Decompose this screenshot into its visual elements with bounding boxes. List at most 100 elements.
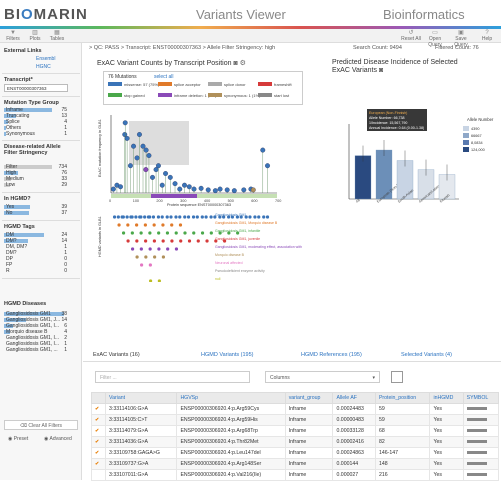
variant-point[interactable] (191, 186, 197, 192)
gear-icon[interactable]: ⚙ (240, 60, 246, 67)
hgmd-variant-point[interactable] (152, 223, 156, 227)
hgmd-variant-point[interactable] (135, 239, 139, 243)
variant-point[interactable] (177, 186, 183, 192)
hgmd-variant-point[interactable] (169, 215, 173, 219)
variant-point[interactable] (150, 174, 155, 180)
hgmd-variant-point[interactable] (174, 247, 179, 251)
hgmd-variant-point[interactable] (196, 239, 200, 243)
variant-point[interactable] (217, 186, 223, 192)
hgnc-link[interactable]: HGNC (36, 64, 51, 70)
hgmd-variant-point[interactable] (160, 215, 164, 219)
hgmd-variant-point[interactable] (112, 215, 117, 219)
hgmd-variant-point[interactable] (144, 255, 148, 259)
reset-all-button[interactable]: ↺ Reset All (400, 30, 422, 42)
hgmd-variant-point[interactable] (191, 215, 196, 219)
transcript-select[interactable]: ENST00000307363 (4, 84, 68, 92)
legend-swatch[interactable] (208, 93, 222, 97)
hgmd-variant-point[interactable] (161, 255, 166, 259)
hgmd-variant-point[interactable] (148, 231, 152, 235)
hgmd-variant-point[interactable] (174, 215, 178, 219)
variant-point[interactable] (172, 181, 178, 187)
hgmd-variant-point[interactable] (125, 215, 129, 219)
variant-point[interactable] (224, 187, 230, 193)
variant-point[interactable] (250, 187, 256, 193)
hgmd-variant-point[interactable] (170, 239, 174, 243)
hgmd-variant-point[interactable] (186, 215, 191, 219)
legend-swatch[interactable] (258, 93, 272, 97)
hgmd-variant-point[interactable] (170, 223, 174, 227)
camera-icon[interactable]: ◙ (379, 67, 383, 74)
ensembl-link[interactable]: Ensembl (36, 56, 55, 62)
help-button[interactable]: ? Help (476, 30, 498, 42)
legend-swatch[interactable] (208, 82, 222, 86)
hgmd-variant-point[interactable] (149, 279, 153, 283)
variant-point[interactable] (140, 143, 146, 149)
hgmd-variant-point[interactable] (166, 247, 170, 251)
hgmd-variant-point[interactable] (148, 247, 152, 251)
hgmd-variant-point[interactable] (139, 247, 143, 251)
hgmd-variant-point[interactable] (157, 279, 161, 283)
hgmd-variant-point[interactable] (200, 215, 204, 219)
table-row[interactable]: ✔ 3:33109737:G>A ENSP00000306920.4:p.Arg14… (91, 458, 500, 470)
variant-point[interactable] (198, 185, 204, 191)
hgmd-variant-point[interactable] (151, 215, 156, 219)
tab-hgmd-variants[interactable]: HGMD Variants (195) (201, 352, 253, 358)
legend-swatch[interactable] (108, 93, 122, 97)
hgmd-variant-point[interactable] (117, 223, 121, 227)
hgmd-variant-point[interactable] (248, 215, 252, 219)
hgmd-variant-point[interactable] (178, 215, 182, 219)
row-check-icon[interactable]: ✔ (91, 436, 106, 448)
hgmd-variant-point[interactable] (139, 263, 144, 267)
table-row[interactable]: 3:33107011:G>A ENSP00000306920.4:p.Val216… (91, 469, 500, 481)
hgmd-variant-point[interactable] (143, 215, 147, 219)
column-header[interactable]: inHGMD (429, 392, 464, 404)
row-check-icon[interactable]: ✔ (91, 447, 106, 459)
legend-swatch[interactable] (108, 82, 122, 86)
row-check-icon[interactable]: ✔ (91, 403, 106, 415)
row-check-icon[interactable]: ✔ (91, 458, 106, 470)
hgmd-variant-point[interactable] (183, 215, 187, 219)
variant-point[interactable] (265, 163, 270, 169)
incidence-bar[interactable] (354, 155, 372, 200)
variant-point[interactable] (186, 184, 192, 190)
hgmd-variant-point[interactable] (143, 223, 147, 227)
column-config-icon[interactable] (391, 371, 403, 383)
hgmd-variant-point[interactable] (134, 215, 138, 219)
hgmd-variant-point[interactable] (161, 223, 165, 227)
camera-icon[interactable]: ◙ (233, 60, 237, 67)
hgmd-variant-point[interactable] (126, 223, 130, 227)
variant-point[interactable] (110, 186, 116, 192)
table-row[interactable]: ✔ 3:33114106:G>A ENSP00000306920.4:p.Arg59… (91, 403, 500, 415)
variant-point[interactable] (127, 163, 133, 169)
variant-point[interactable] (260, 147, 266, 153)
column-header[interactable]: SYMBOL (462, 392, 500, 404)
hgmd-variant-point[interactable] (152, 239, 156, 243)
preset-button[interactable]: ◉ Preset (8, 436, 28, 442)
variant-point[interactable] (163, 171, 168, 176)
hgmd-variant-point[interactable] (135, 223, 139, 227)
legend-swatch[interactable] (158, 82, 172, 86)
clear-all-filters-button[interactable]: ⌫ Clear All Filters (4, 420, 78, 430)
hgmd-variant-point[interactable] (156, 215, 161, 219)
hgmd-variant-point[interactable] (130, 231, 134, 235)
hgmd-variant-point[interactable] (144, 239, 148, 243)
column-header[interactable]: Variant (104, 392, 178, 404)
advanced-button[interactable]: ◉ Advanced (44, 436, 72, 442)
variant-point[interactable] (231, 188, 237, 194)
hgmd-variant-point[interactable] (165, 215, 169, 219)
hgmd-variant-point[interactable] (209, 231, 213, 235)
hgmd-variant-point[interactable] (130, 247, 135, 251)
hgmd-variant-point[interactable] (262, 215, 266, 219)
variant-point[interactable] (146, 153, 152, 159)
hgmd-variant-point[interactable] (135, 255, 139, 259)
hgmd-variant-point[interactable] (187, 239, 192, 243)
table-filter-input[interactable]: Filter ... (95, 371, 250, 383)
hgmd-variant-point[interactable] (257, 215, 261, 219)
hgmd-variant-point[interactable] (209, 215, 213, 219)
hgmd-variant-point[interactable] (138, 215, 142, 219)
variant-point[interactable] (131, 143, 136, 149)
hgmd-variant-point[interactable] (121, 231, 126, 235)
variant-point[interactable] (241, 187, 247, 193)
hgmd-variant-point[interactable] (146, 215, 151, 219)
hgmd-variant-point[interactable] (120, 215, 124, 219)
